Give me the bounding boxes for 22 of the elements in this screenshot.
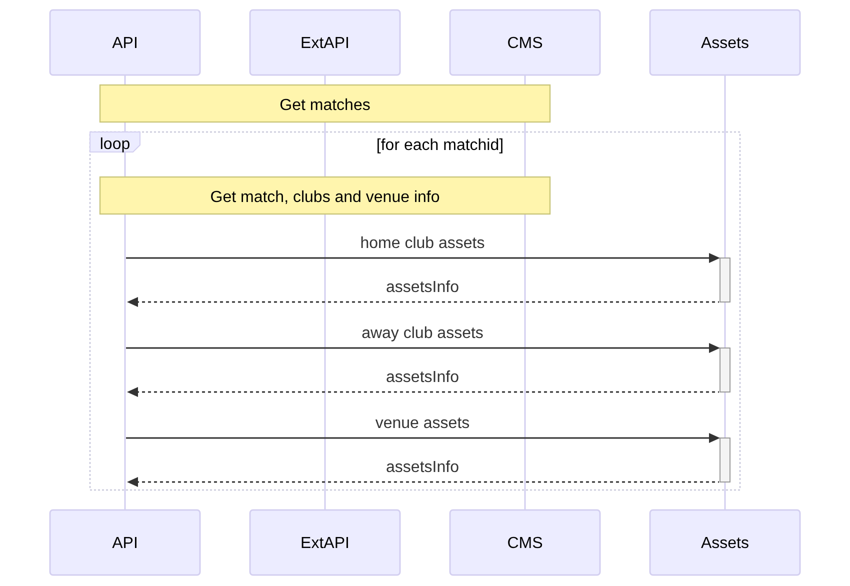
message-label: venue assets: [375, 415, 470, 432]
participant-label: ExtAPI: [300, 535, 350, 552]
participant-label: Assets: [701, 35, 749, 52]
participant-label: API: [112, 535, 138, 552]
loop-condition: [for each matchid]: [376, 137, 504, 154]
loop-label: loop: [100, 136, 130, 153]
participant-label: CMS: [507, 35, 543, 52]
activation-bar: [720, 258, 730, 302]
participant-label: API: [112, 35, 138, 52]
note-text: Get matches: [280, 97, 370, 114]
note-text: Get match, clubs and venue info: [210, 189, 440, 206]
participant-label: Assets: [701, 535, 749, 552]
message-label: assetsInfo: [386, 279, 459, 296]
activation-bar: [720, 348, 730, 392]
message-label: home club assets: [360, 235, 485, 252]
message-label: away club assets: [362, 325, 484, 342]
message-label: assetsInfo: [386, 369, 459, 386]
participant-label: CMS: [507, 535, 543, 552]
activation-bar: [720, 438, 730, 482]
message-label: assetsInfo: [386, 459, 459, 476]
participant-label: ExtAPI: [300, 35, 350, 52]
loop-tab: [90, 132, 140, 152]
